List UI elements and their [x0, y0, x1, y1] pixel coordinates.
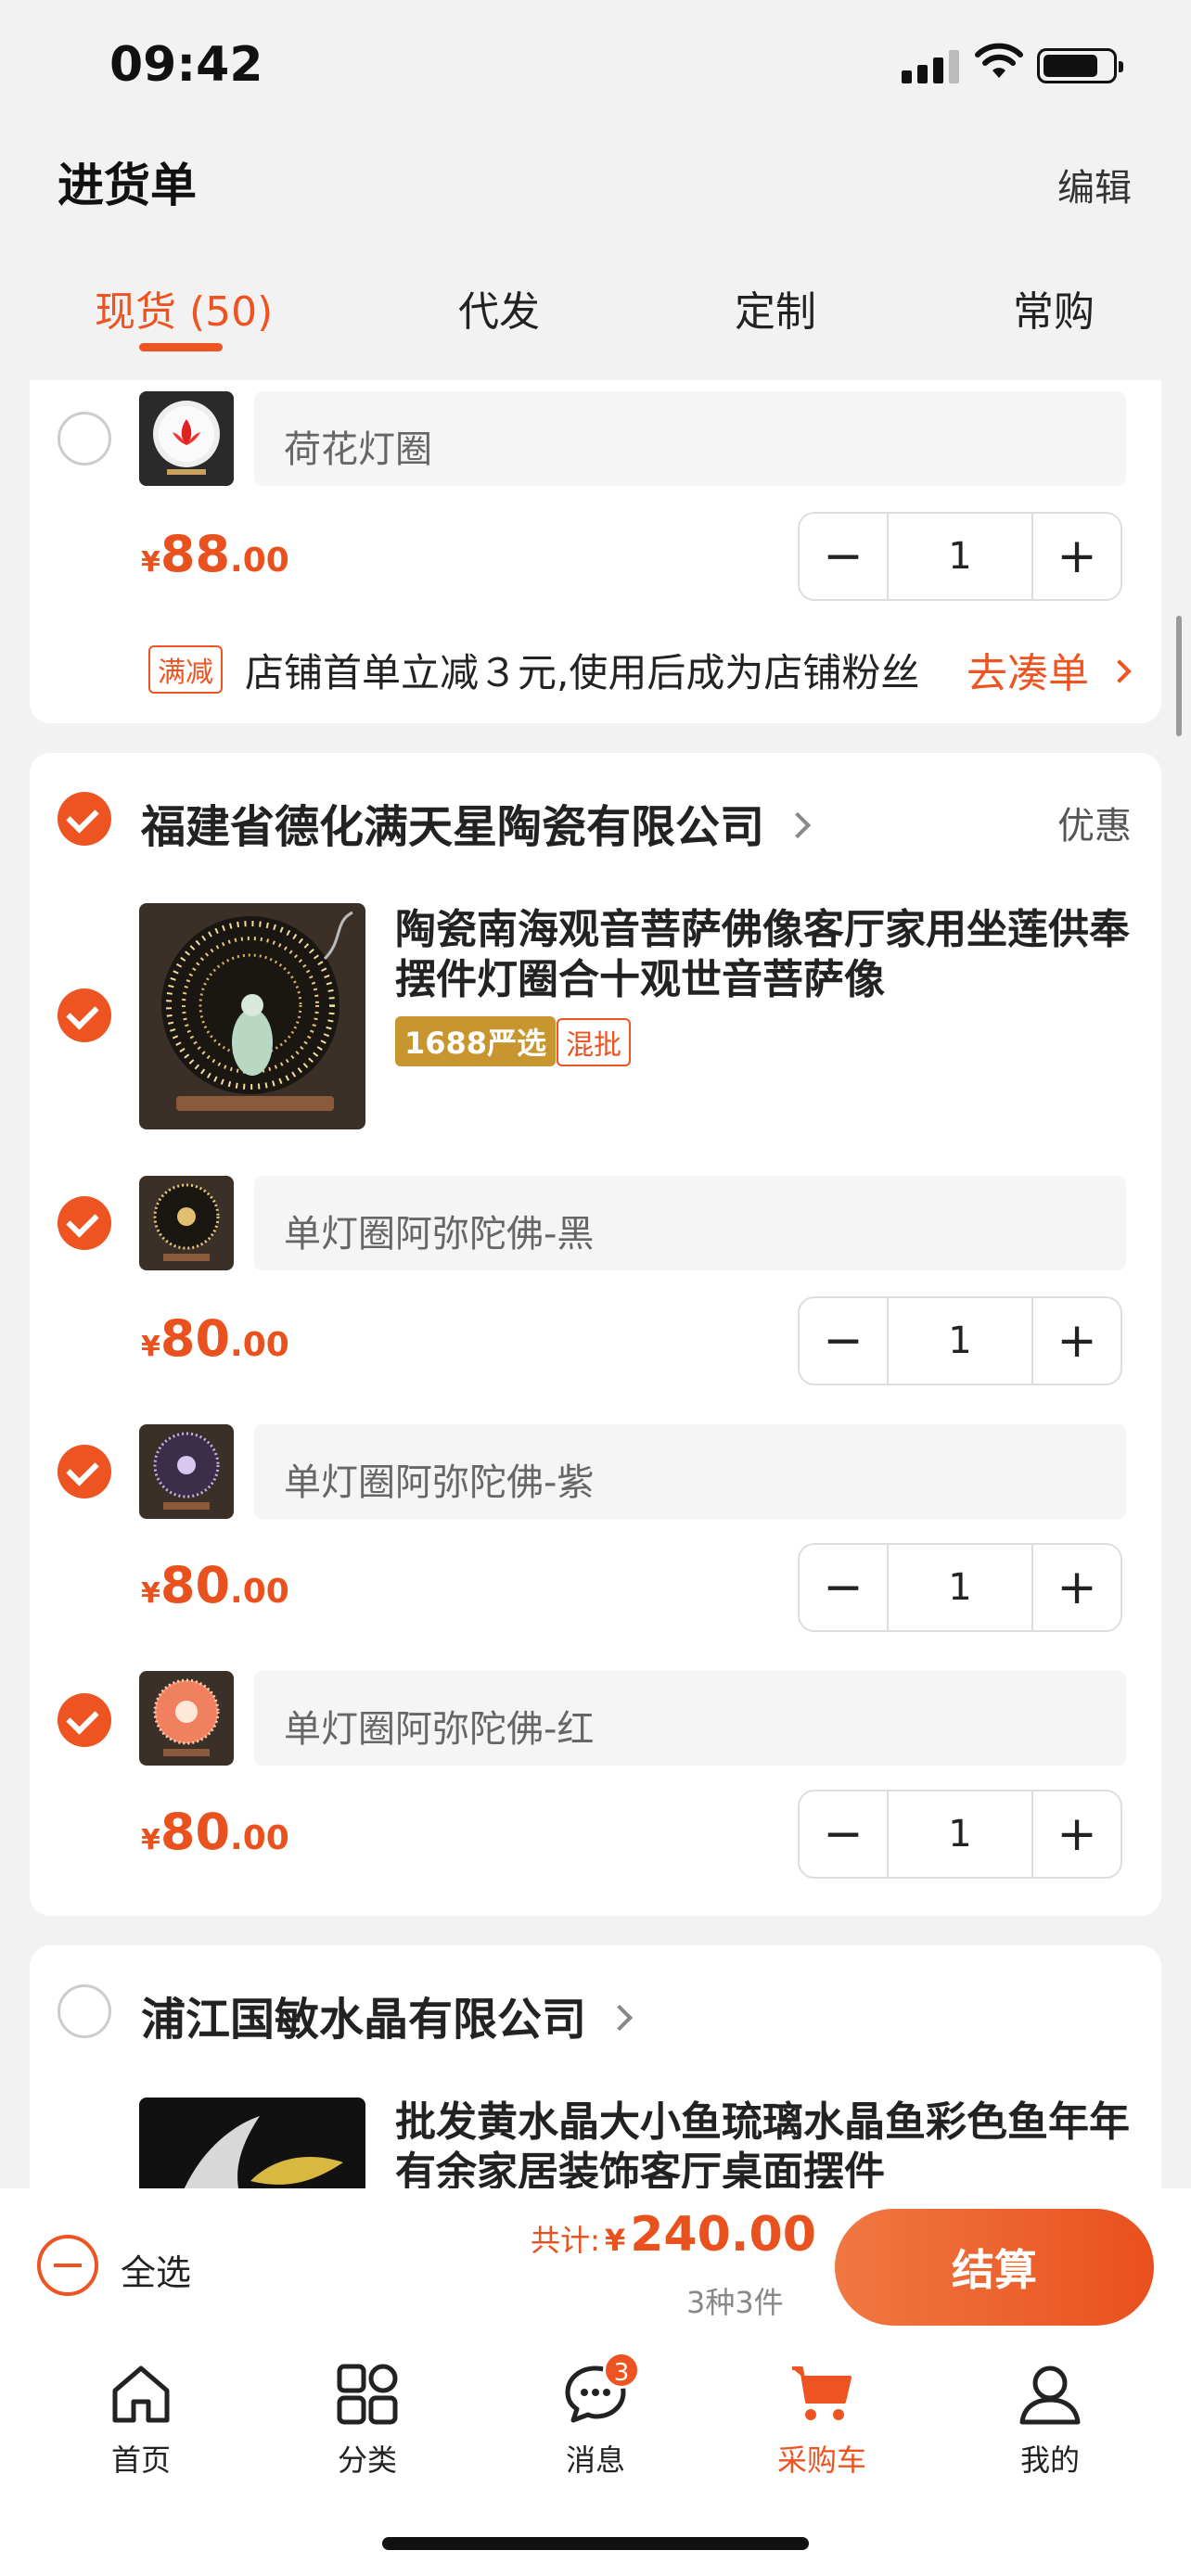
tabbar-me[interactable]: 我的: [976, 2361, 1124, 2480]
page-title: 进货单: [58, 159, 197, 212]
checkout-button[interactable]: 结算: [835, 2209, 1154, 2326]
sku-spec-box[interactable]: 单灯圈阿弥陀佛-红: [254, 1671, 1126, 1766]
tabbar-home[interactable]: 首页: [67, 2361, 215, 2480]
tabbar-label: 分类: [337, 2442, 397, 2478]
shop-select-radio[interactable]: [58, 1984, 111, 2038]
tabbar-label: 我的: [1019, 2442, 1080, 2478]
mixed-batch-badge: 混批: [557, 1018, 631, 1066]
red-lamp-image: [139, 1671, 234, 1766]
tab-in-stock[interactable]: 现货 (50): [95, 278, 273, 338]
status-time: 09:42: [109, 37, 263, 93]
quantity-value[interactable]: 1: [887, 514, 1033, 599]
decrease-button[interactable]: −: [800, 1298, 887, 1384]
tabbar-label: 消息: [565, 2442, 625, 2478]
lotus-lamp-image: [139, 391, 234, 486]
quantity-value[interactable]: 1: [887, 1545, 1033, 1630]
product-title-link[interactable]: 批发黄水晶大小鱼琉璃水晶鱼彩色鱼年年有余家居装饰客厅桌面摆件: [395, 2098, 1137, 2198]
sku-select-checkbox[interactable]: [58, 1445, 111, 1498]
tab-bar: 现货 (50) 代发 定制 常购: [0, 269, 1191, 380]
sku-spec-box[interactable]: 单灯圈阿弥陀佛-黑: [254, 1176, 1126, 1270]
sku-price: ¥88.00: [141, 525, 289, 583]
home-indicator[interactable]: [382, 2537, 809, 2550]
total-price: 共计: ¥ 240.00: [531, 2207, 816, 2263]
checkout-bar: 全选 共计: ¥ 240.00 3种3件 结算: [0, 2188, 1191, 2327]
cart-shop-card: 福建省德化满天星陶瓷有限公司 优惠 陶瓷南海观音菩萨佛像客厅家用坐莲供奉摆件灯圈…: [30, 753, 1161, 1916]
grid-icon: [337, 2364, 398, 2425]
cart-icon: [792, 2366, 852, 2420]
increase-button[interactable]: +: [1033, 1792, 1121, 1877]
signal-icon: [902, 50, 959, 83]
sku-price: ¥80.00: [141, 1556, 289, 1614]
tab-frequent[interactable]: 常购: [1013, 278, 1095, 338]
increase-button[interactable]: +: [1033, 1545, 1121, 1630]
tab-custom[interactable]: 定制: [735, 278, 816, 338]
quantity-value[interactable]: 1: [887, 1792, 1033, 1877]
black-lamp-image: [139, 1176, 234, 1270]
product-select-checkbox[interactable]: [58, 988, 111, 1042]
select-all-partial-icon[interactable]: [37, 2235, 98, 2296]
increase-button[interactable]: +: [1033, 1298, 1121, 1384]
item-count: 3种3件: [686, 2285, 784, 2320]
product-image[interactable]: [139, 903, 365, 1129]
discount-button[interactable]: 优惠: [1057, 796, 1132, 849]
tab-dropship[interactable]: 代发: [458, 278, 540, 338]
user-icon: [1019, 2366, 1081, 2425]
tabbar-category[interactable]: 分类: [293, 2361, 442, 2480]
shop-select-checkbox[interactable]: [58, 792, 111, 846]
sku-price: ¥80.00: [141, 1309, 289, 1368]
sku-spec-box[interactable]: 荷花灯圈: [254, 391, 1126, 486]
chevron-right-icon: [784, 811, 812, 839]
scrollbar[interactable]: [1176, 616, 1182, 736]
sku-select-checkbox[interactable]: [58, 1196, 111, 1250]
unread-badge: 3: [603, 2352, 640, 2389]
sku-select-checkbox[interactable]: [58, 1693, 111, 1747]
decrease-button[interactable]: −: [800, 1545, 887, 1630]
tabbar-cart[interactable]: 采购车: [748, 2361, 896, 2480]
edit-button[interactable]: 编辑: [1057, 158, 1132, 211]
tabbar-label: 采购车: [776, 2442, 866, 2478]
promo-tag: 满减: [148, 645, 223, 694]
yanxuan-badge: 1688严选: [395, 1016, 557, 1066]
home-icon: [112, 2366, 170, 2423]
sku-thumbnail[interactable]: [139, 391, 234, 486]
decrease-button[interactable]: −: [800, 514, 887, 599]
purple-lamp-image: [139, 1424, 234, 1519]
tabbar-messages[interactable]: 3 消息: [521, 2352, 670, 2480]
sku-thumbnail[interactable]: [139, 1671, 234, 1766]
tabbar-label: 首页: [110, 2442, 171, 2478]
sku-select-radio[interactable]: [58, 412, 111, 465]
quantity-stepper: − 1 +: [798, 1543, 1122, 1632]
increase-button[interactable]: +: [1033, 514, 1121, 599]
select-all-label[interactable]: 全选: [121, 2244, 191, 2295]
shop-name-link[interactable]: 浦江国敏水晶有限公司: [141, 1983, 634, 2047]
active-tab-indicator: [139, 343, 223, 351]
cart-shop-card: 荷花灯圈 ¥88.00 − 1 + 满减 店铺首单立减３元,使用后成为店铺粉丝 …: [30, 380, 1161, 723]
sku-price: ¥80.00: [141, 1803, 289, 1861]
sku-thumbnail[interactable]: [139, 1176, 234, 1270]
product-title-link[interactable]: 陶瓷南海观音菩萨佛像客厅家用坐莲供奉摆件灯圈合十观世音菩萨像: [395, 905, 1137, 1005]
wifi-icon: [975, 43, 1023, 78]
decrease-button[interactable]: −: [800, 1792, 887, 1877]
battery-icon: [1037, 48, 1123, 83]
sku-thumbnail[interactable]: [139, 1424, 234, 1519]
promo-text: 店铺首单立减３元,使用后成为店铺粉丝: [245, 650, 920, 695]
quantity-stepper: − 1 +: [798, 512, 1122, 601]
chevron-right-icon: [1108, 659, 1132, 683]
status-bar: 09:42: [0, 0, 1191, 139]
quantity-value[interactable]: 1: [887, 1298, 1033, 1384]
cart-shop-card: 浦江国敏水晶有限公司 批发黄水晶大小鱼琉璃水晶鱼彩色鱼年年有余家居装饰客厅桌面摆…: [30, 1945, 1161, 2224]
sku-spec-box[interactable]: 单灯圈阿弥陀佛-紫: [254, 1424, 1126, 1519]
chevron-right-icon: [606, 2004, 634, 2032]
promo-action-link[interactable]: 去凑单: [967, 640, 1132, 699]
quantity-stepper: − 1 +: [798, 1790, 1122, 1879]
quantity-stepper: − 1 +: [798, 1296, 1122, 1385]
buddha-lamp-image: [139, 903, 365, 1129]
shop-name-link[interactable]: 福建省德化满天星陶瓷有限公司: [141, 790, 812, 855]
